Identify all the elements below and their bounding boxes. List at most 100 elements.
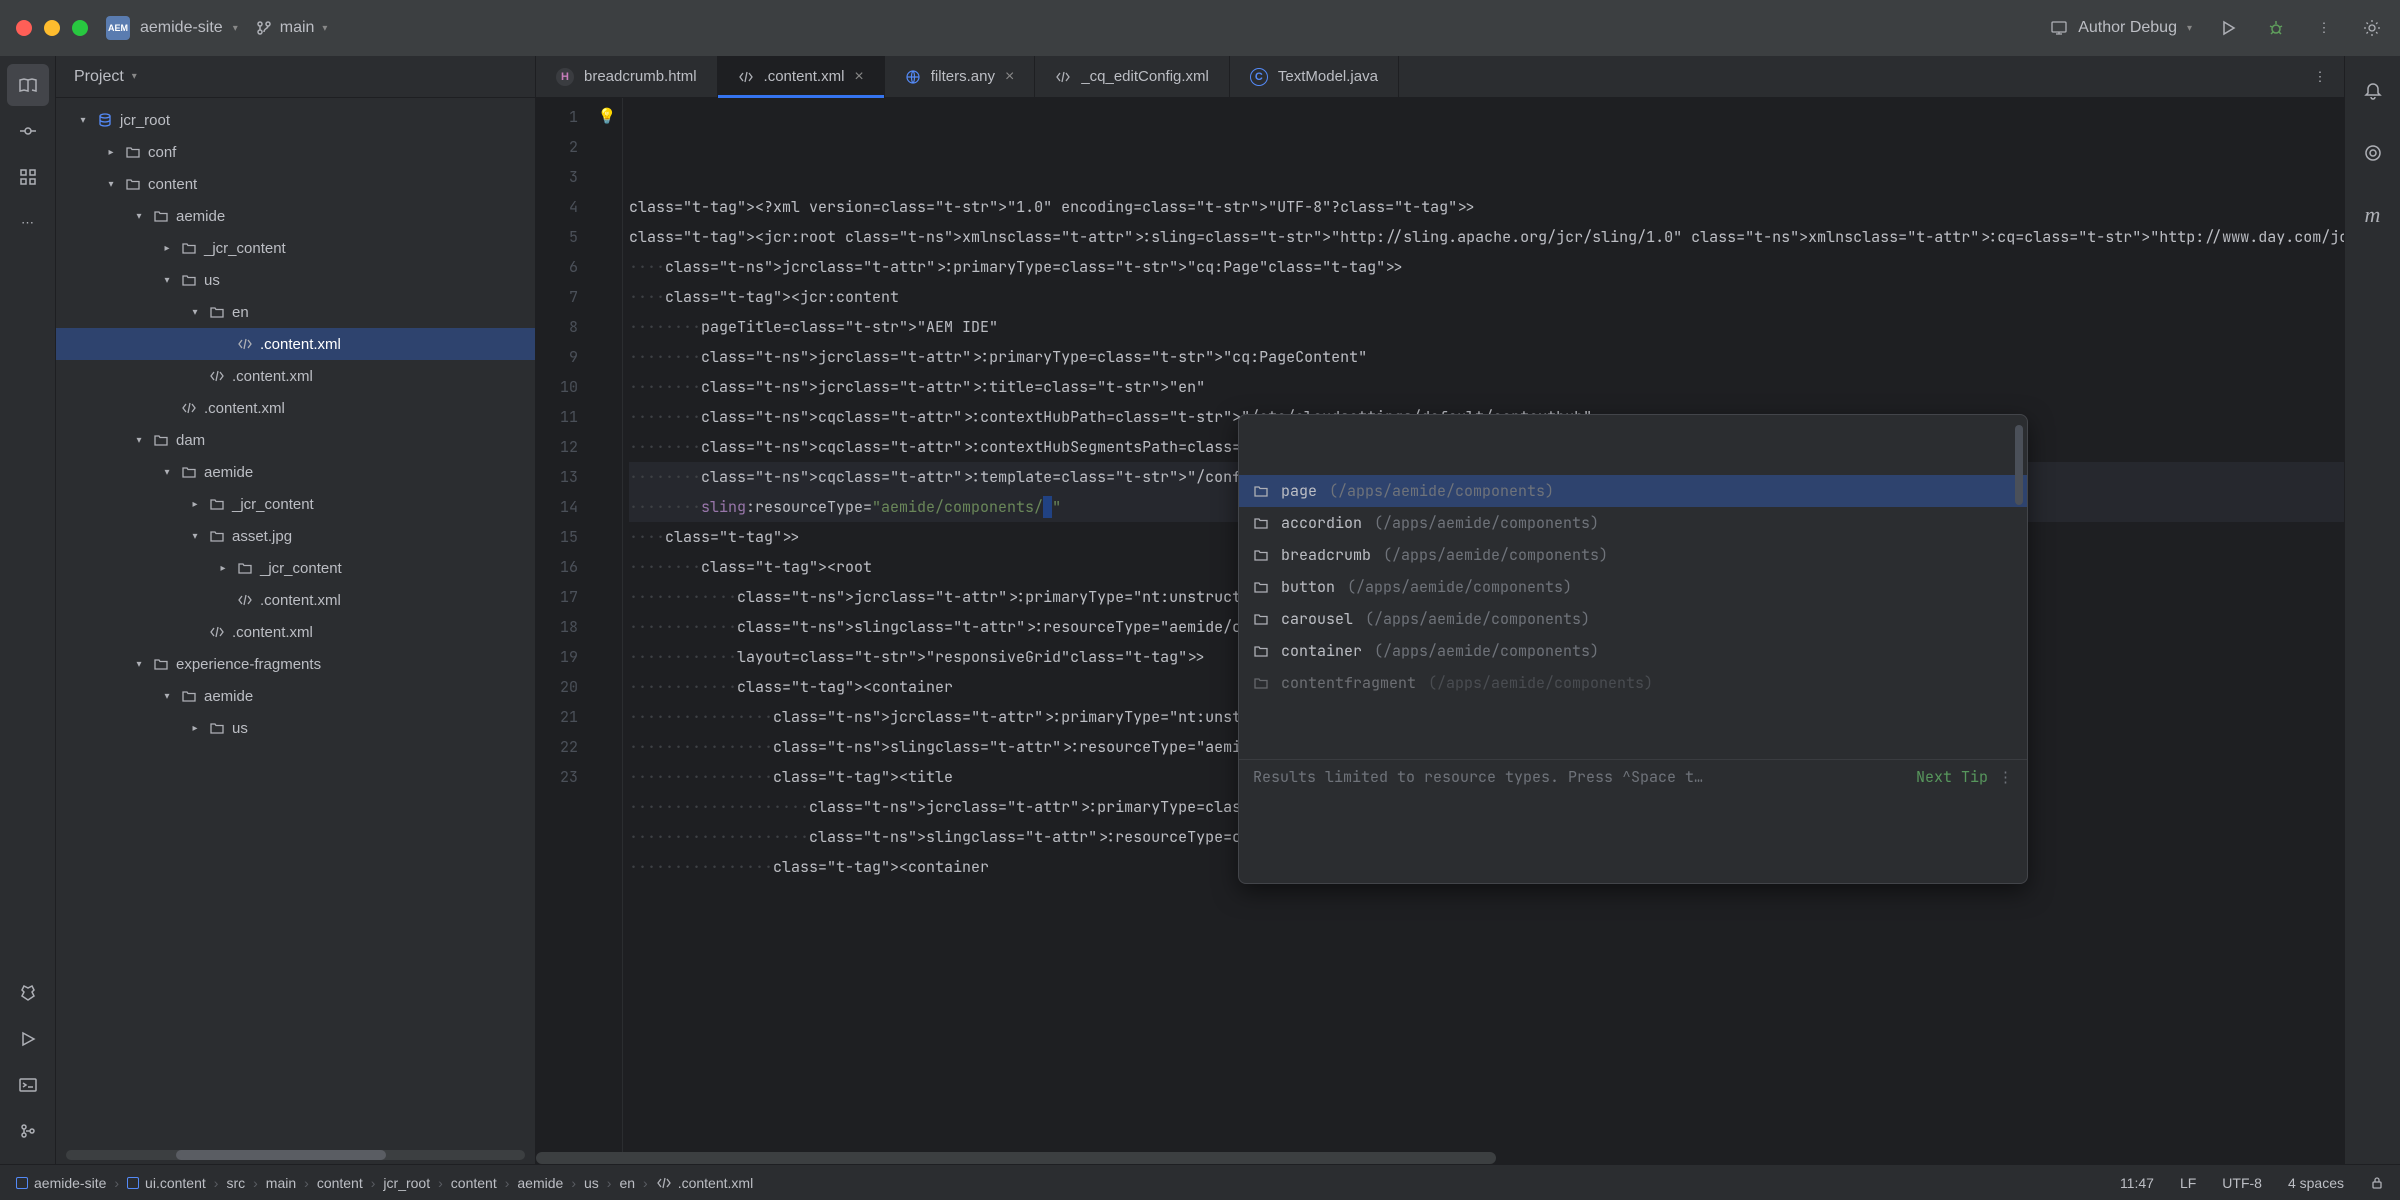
tab-list-button[interactable]: ⋮ — [2308, 65, 2332, 89]
run-button[interactable] — [2216, 16, 2240, 40]
ai-assistant-button[interactable] — [2352, 132, 2394, 174]
tree-node[interactable]: ▾jcr_root — [56, 104, 535, 136]
tree-h-scrollbar[interactable] — [66, 1150, 525, 1160]
tree-arrow-icon[interactable]: ▸ — [188, 723, 202, 734]
autocomplete-item[interactable]: accordion(/apps/aemide/components) — [1239, 507, 2027, 539]
popup-scrollbar[interactable] — [2015, 425, 2023, 505]
tree-node[interactable]: ▾content — [56, 168, 535, 200]
tree-arrow-icon[interactable]: ▾ — [188, 531, 202, 542]
code-line[interactable]: class="t-tag"><jcr:root class="t-ns">xml… — [629, 222, 2344, 252]
tree-node[interactable]: .content.xml — [56, 360, 535, 392]
code-area[interactable]: class="t-tag"><?xml version=class="t-str… — [623, 98, 2344, 1152]
more-tool-button[interactable]: ⋯ — [7, 202, 49, 244]
tree-node[interactable]: ▸_jcr_content — [56, 552, 535, 584]
breadcrumb-item[interactable]: jcr_root — [383, 1175, 430, 1191]
tree-node[interactable]: ▸us — [56, 712, 535, 744]
branch-selector[interactable]: main ▾ — [256, 19, 328, 37]
tree-node[interactable]: ▾asset.jpg — [56, 520, 535, 552]
tree-arrow-icon[interactable]: ▾ — [76, 115, 90, 126]
tree-node[interactable]: ▾aemide — [56, 200, 535, 232]
editor-tab[interactable]: _cq_editConfig.xml — [1035, 56, 1230, 97]
project-tree[interactable]: ▾jcr_root▸conf▾content▾aemide▸_jcr_conte… — [56, 98, 535, 1146]
breadcrumb-item[interactable]: aemide-site — [16, 1175, 106, 1191]
tree-arrow-icon[interactable]: ▾ — [160, 275, 174, 286]
breadcrumb-item[interactable]: .content.xml — [656, 1175, 753, 1191]
editor-body[interactable]: 1234567891011121314151617181920212223 💡 … — [536, 98, 2344, 1152]
tree-arrow-icon[interactable]: ▸ — [188, 499, 202, 510]
readonly-toggle-icon[interactable] — [2370, 1176, 2384, 1190]
breadcrumb-item[interactable]: aemide — [517, 1175, 563, 1191]
project-panel-header[interactable]: Project ▾ — [56, 56, 535, 98]
tree-arrow-icon[interactable]: ▸ — [104, 147, 118, 158]
settings-button[interactable] — [2360, 16, 2384, 40]
tree-node[interactable]: .content.xml — [56, 328, 535, 360]
tree-node[interactable]: ▸_jcr_content — [56, 232, 535, 264]
breadcrumb-item[interactable]: en — [619, 1175, 635, 1191]
minimize-window-button[interactable] — [44, 20, 60, 36]
file-encoding[interactable]: UTF-8 — [2222, 1175, 2262, 1191]
breadcrumb-item[interactable]: content — [317, 1175, 363, 1191]
tree-node[interactable]: ▾us — [56, 264, 535, 296]
code-line[interactable]: ········class="t-ns">jcrclass="t-attr">:… — [629, 342, 2344, 372]
editor-h-scrollbar[interactable] — [536, 1152, 2344, 1164]
autocomplete-popup[interactable]: page(/apps/aemide/components)accordion(/… — [1238, 414, 2028, 884]
tree-arrow-icon[interactable]: ▸ — [160, 243, 174, 254]
code-line[interactable]: class="t-tag"><?xml version=class="t-str… — [629, 192, 2344, 222]
maven-tool-button[interactable]: m — [2352, 194, 2394, 236]
cursor-position[interactable]: 11:47 — [2120, 1175, 2154, 1191]
autocomplete-item[interactable]: page(/apps/aemide/components) — [1239, 475, 2027, 507]
autocomplete-item[interactable]: carousel(/apps/aemide/components) — [1239, 603, 2027, 635]
close-window-button[interactable] — [16, 20, 32, 36]
tree-arrow-icon[interactable]: ▾ — [132, 659, 146, 670]
editor-tab[interactable]: Hbreadcrumb.html — [536, 56, 718, 97]
vcs-tool-button[interactable] — [7, 1110, 49, 1152]
next-tip-link[interactable]: Next Tip — [1916, 762, 1988, 792]
tree-node[interactable]: ▸_jcr_content — [56, 488, 535, 520]
tree-arrow-icon[interactable]: ▾ — [160, 467, 174, 478]
tree-arrow-icon[interactable]: ▾ — [160, 691, 174, 702]
code-line[interactable]: ····class="t-ns">jcrclass="t-attr">:prim… — [629, 252, 2344, 282]
project-tool-button[interactable] — [7, 64, 49, 106]
popup-menu-button[interactable]: ⋮ — [1998, 762, 2013, 792]
editor-tab[interactable]: .content.xml× — [718, 56, 885, 97]
autocomplete-item[interactable]: contentfragment(/apps/aemide/components) — [1239, 667, 2027, 699]
tree-node[interactable]: .content.xml — [56, 584, 535, 616]
structure-tool-button[interactable] — [7, 156, 49, 198]
tree-node[interactable]: ▾experience-fragments — [56, 648, 535, 680]
tree-node[interactable]: ▾en — [56, 296, 535, 328]
more-actions-button[interactable]: ⋮ — [2312, 16, 2336, 40]
editor-tab[interactable]: CTextModel.java — [1230, 56, 1399, 97]
breadcrumb-item[interactable]: src — [226, 1175, 245, 1191]
tree-node[interactable]: ▾aemide — [56, 456, 535, 488]
tree-arrow-icon[interactable]: ▾ — [104, 179, 118, 190]
build-tool-button[interactable] — [7, 972, 49, 1014]
tree-node[interactable]: .content.xml — [56, 392, 535, 424]
tree-node[interactable]: ▾aemide — [56, 680, 535, 712]
notifications-button[interactable] — [2352, 70, 2394, 112]
tree-arrow-icon[interactable]: ▾ — [132, 211, 146, 222]
tree-node[interactable]: .content.xml — [56, 616, 535, 648]
tree-arrow-icon[interactable]: ▾ — [132, 435, 146, 446]
tree-arrow-icon[interactable]: ▸ — [216, 563, 230, 574]
autocomplete-item[interactable]: button(/apps/aemide/components) — [1239, 571, 2027, 603]
autocomplete-item[interactable]: breadcrumb(/apps/aemide/components) — [1239, 539, 2027, 571]
maximize-window-button[interactable] — [72, 20, 88, 36]
tree-node[interactable]: ▸conf — [56, 136, 535, 168]
indent-setting[interactable]: 4 spaces — [2288, 1175, 2344, 1191]
autocomplete-item[interactable]: container(/apps/aemide/components) — [1239, 635, 2027, 667]
breadcrumb-item[interactable]: us — [584, 1175, 599, 1191]
debug-button[interactable] — [2264, 16, 2288, 40]
run-tool-button[interactable] — [7, 1018, 49, 1060]
line-separator[interactable]: LF — [2180, 1175, 2196, 1191]
tab-close-button[interactable]: × — [854, 68, 863, 86]
code-line[interactable]: ········class="t-ns">jcrclass="t-attr">:… — [629, 372, 2344, 402]
tree-node[interactable]: ▾dam — [56, 424, 535, 456]
tree-arrow-icon[interactable]: ▾ — [188, 307, 202, 318]
code-line[interactable]: ········pageTitle=class="t-str">"AEM IDE… — [629, 312, 2344, 342]
breadcrumb-item[interactable]: ui.content — [127, 1175, 206, 1191]
breadcrumb-item[interactable]: main — [266, 1175, 296, 1191]
code-line[interactable]: ····class="t-tag"><jcr:content — [629, 282, 2344, 312]
editor-tab[interactable]: filters.any× — [885, 56, 1036, 97]
project-selector[interactable]: AEM aemide-site ▾ — [106, 16, 238, 40]
tab-close-button[interactable]: × — [1005, 68, 1014, 86]
